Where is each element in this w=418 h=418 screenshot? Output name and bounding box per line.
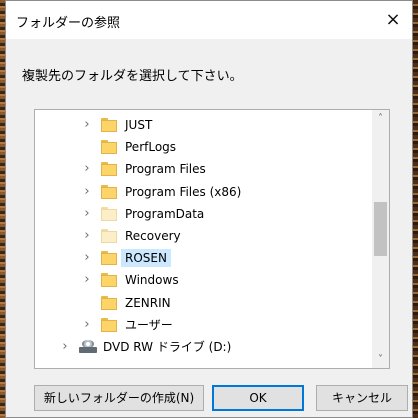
folder-icon: [101, 162, 117, 177]
tree-item-windows[interactable]: › Windows: [35, 269, 372, 291]
folder-icon: [101, 140, 117, 155]
expand-chevron-icon[interactable]: ›: [81, 117, 93, 133]
tree-item-program-files-x86[interactable]: › Program Files (x86): [35, 181, 372, 203]
tree-item-rosen[interactable]: › ROSEN: [35, 247, 372, 269]
dvd-drive-icon: [79, 340, 97, 354]
tree-item-label: Recovery: [125, 229, 181, 243]
folder-icon: [101, 251, 117, 266]
expand-chevron-icon[interactable]: ›: [81, 317, 93, 333]
tree-item-label: Program Files: [125, 162, 206, 177]
background-right-edge: [413, 0, 418, 418]
tree-item-program-files[interactable]: › Program Files: [35, 158, 372, 180]
folder-faded-icon: [101, 229, 117, 243]
scroll-up-arrow-icon[interactable]: ˄: [372, 110, 389, 127]
browse-folder-dialog: フォルダーの参照 × 複製先のフォルダを選択して下さい。 › JUST PerfLo…: [5, 0, 413, 418]
expand-chevron-icon[interactable]: ›: [81, 206, 93, 222]
folder-tree-rows: › JUST PerfLogs › Program Files › Program File…: [35, 110, 372, 368]
new-folder-button[interactable]: 新しいフォルダーの作成(N): [34, 385, 204, 411]
tree-item-[interactable]: › ユーザー: [35, 314, 372, 336]
expand-chevron-icon[interactable]: ›: [81, 272, 93, 288]
tree-item-label: ユーザー: [125, 317, 173, 332]
tree-item-programdata[interactable]: › ProgramData: [35, 203, 372, 225]
folder-icon: [101, 273, 117, 288]
scrollbar-thumb[interactable]: [374, 202, 387, 256]
tree-item-recovery[interactable]: › Recovery: [35, 225, 372, 247]
tree-item-label: ZENRIN: [125, 295, 171, 310]
dialog-title: フォルダーの参照: [16, 16, 121, 31]
tree-item-zenrin[interactable]: ZENRIN: [35, 292, 372, 314]
close-icon[interactable]: ×: [374, 1, 412, 39]
folder-icon: [101, 295, 117, 310]
folder-icon: [101, 317, 117, 332]
scroll-down-arrow-icon[interactable]: ˅: [372, 351, 389, 368]
expand-chevron-icon[interactable]: ›: [81, 228, 93, 244]
tree-item-label: ProgramData: [125, 206, 205, 221]
folder-tree[interactable]: › JUST PerfLogs › Program Files › Program File…: [34, 109, 390, 369]
folder-faded-icon: [101, 206, 117, 221]
vertical-scrollbar[interactable]: ˄ ˅: [372, 110, 389, 368]
tree-item-label: ROSEN: [121, 249, 171, 268]
expand-chevron-icon[interactable]: ›: [81, 250, 93, 266]
tree-item-label: Program Files (x86): [125, 184, 242, 199]
tree-item-dvd-rw-d[interactable]: › DVD RW ドライブ (D:): [35, 336, 372, 358]
folder-icon: [101, 118, 117, 132]
tree-item-label: JUST: [125, 118, 153, 132]
cancel-button[interactable]: キャンセル: [316, 385, 408, 411]
ok-button[interactable]: OK: [212, 385, 304, 411]
tree-item-perflogs[interactable]: PerfLogs: [35, 136, 372, 158]
expand-chevron-icon[interactable]: ›: [81, 184, 93, 200]
expand-chevron-icon[interactable]: ›: [81, 161, 93, 177]
title-bar: フォルダーの参照 ×: [6, 1, 412, 39]
dialog-prompt: 複製先のフォルダを選択して下さい。: [22, 69, 243, 84]
tree-item-just[interactable]: › JUST: [35, 114, 372, 136]
folder-icon: [101, 184, 117, 199]
tree-item-label: Windows: [125, 273, 179, 288]
tree-item-label: DVD RW ドライブ (D:): [103, 340, 232, 354]
expand-chevron-icon[interactable]: ›: [59, 339, 71, 355]
tree-item-label: PerfLogs: [125, 140, 177, 155]
